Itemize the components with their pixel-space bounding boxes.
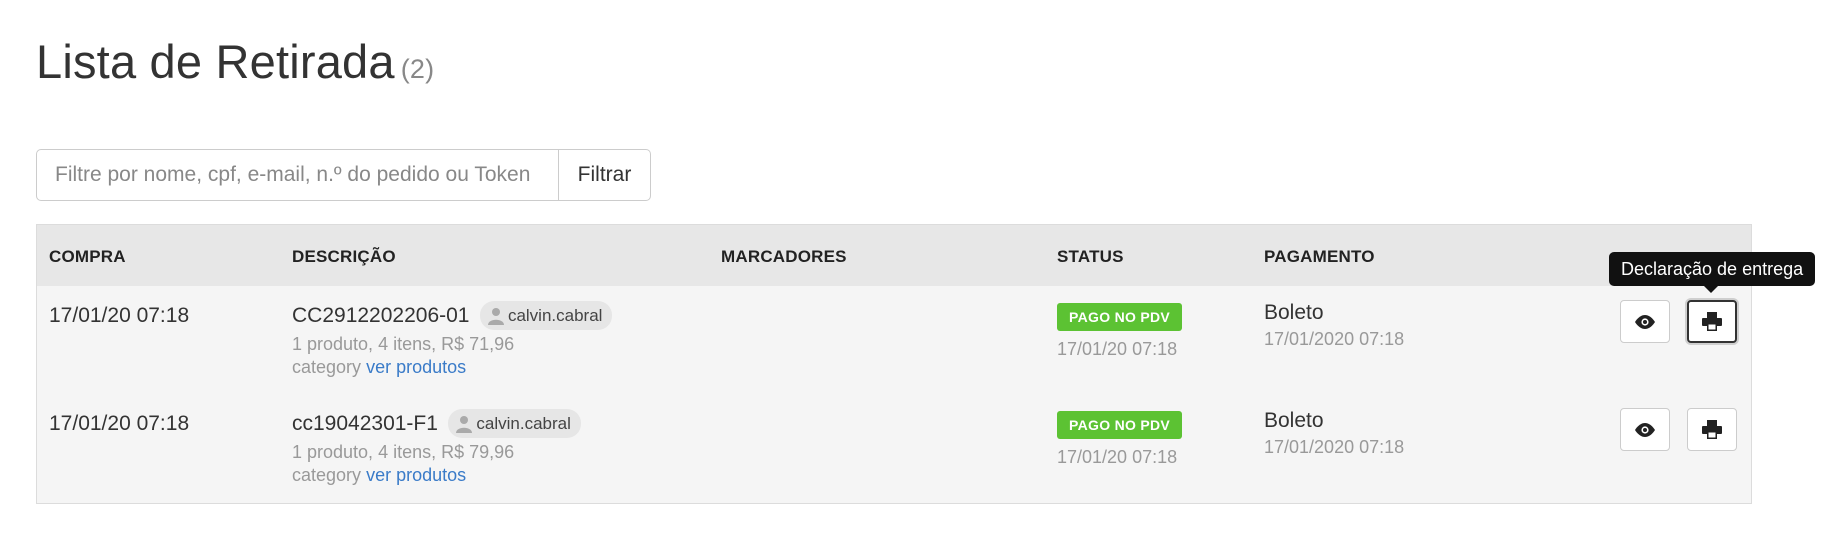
view-products-link[interactable]: ver produtos — [366, 357, 466, 377]
filter-button[interactable]: Filtrar — [559, 149, 651, 201]
order-code: CC2912202206-01 — [292, 303, 470, 327]
user-icon — [456, 415, 473, 433]
view-button[interactable] — [1620, 300, 1670, 343]
payment-cell: Boleto 17/01/2020 07:18 — [1264, 409, 1404, 458]
status-cell: PAGO NO PDV 17/01/20 07:18 — [1057, 303, 1183, 360]
user-icon — [487, 307, 504, 325]
pickup-table: COMPRA DESCRIÇÃO MARCADORES STATUS PAGAM… — [36, 224, 1752, 504]
order-summary: 1 produto, 4 itens, R$ 71,96 — [292, 334, 515, 354]
payment-method: Boleto — [1264, 301, 1324, 324]
page-title: Lista de Retirada (2) — [36, 34, 434, 89]
order-code: cc19042301-F1 — [292, 411, 438, 435]
payment-date: 17/01/2020 07:18 — [1264, 329, 1405, 349]
purchase-date: 17/01/20 07:18 — [49, 412, 190, 435]
order-summary: 1 produto, 4 itens, R$ 79,96 — [292, 442, 515, 462]
purchase-date: 17/01/20 07:18 — [49, 304, 190, 327]
user-tag: calvin.cabral — [448, 409, 581, 438]
status-badge: PAGO NO PDV — [1057, 411, 1183, 439]
category-line: category ver produtos — [292, 465, 581, 486]
status-date: 17/01/20 07:18 — [1057, 339, 1178, 359]
column-header-status: STATUS — [1057, 247, 1124, 266]
status-date: 17/01/20 07:18 — [1057, 447, 1178, 467]
printer-icon — [1702, 312, 1722, 331]
payment-cell: Boleto 17/01/2020 07:18 — [1264, 301, 1404, 350]
column-header-descricao: DESCRIÇÃO — [292, 247, 396, 266]
eye-icon — [1635, 314, 1655, 329]
user-tag: calvin.cabral — [479, 301, 613, 330]
description: CC2912202206-01 calvin.cabral 1 produto,… — [292, 301, 613, 378]
category-label: category — [292, 465, 362, 485]
print-delivery-button[interactable] — [1687, 408, 1737, 451]
table-row: 17/01/20 07:18 CC2912202206-01 calvin.ca… — [37, 286, 1751, 394]
payment-method: Boleto — [1264, 409, 1324, 432]
description: cc19042301-F1 calvin.cabral 1 produto, 4… — [292, 409, 581, 486]
column-header-compra: COMPRA — [49, 247, 126, 266]
status-cell: PAGO NO PDV 17/01/20 07:18 — [1057, 411, 1183, 468]
user-name: calvin.cabral — [476, 413, 571, 433]
table-row: 17/01/20 07:18 cc19042301-F1 calvin.cabr… — [37, 394, 1751, 502]
page-title-text: Lista de Retirada — [36, 35, 395, 88]
payment-date: 17/01/2020 07:18 — [1264, 437, 1405, 457]
view-button[interactable] — [1620, 408, 1670, 451]
delivery-declaration-tooltip: Declaração de entrega — [1609, 252, 1816, 286]
column-header-pagamento: PAGAMENTO — [1264, 247, 1375, 266]
filter-bar: Filtrar — [36, 149, 651, 201]
view-products-link[interactable]: ver produtos — [366, 465, 466, 485]
table-header: COMPRA DESCRIÇÃO MARCADORES STATUS PAGAM… — [37, 225, 1751, 286]
user-name: calvin.cabral — [507, 305, 603, 325]
printer-icon — [1702, 420, 1722, 439]
status-badge: PAGO NO PDV — [1057, 303, 1183, 331]
search-input[interactable] — [36, 149, 559, 201]
tooltip-arrow — [1704, 286, 1718, 293]
print-delivery-button[interactable] — [1687, 300, 1737, 343]
eye-icon — [1635, 422, 1655, 437]
category-line: category ver produtos — [292, 357, 612, 378]
category-label: category — [292, 357, 362, 377]
result-count: (2) — [400, 54, 435, 84]
column-header-marcadores: MARCADORES — [721, 247, 847, 266]
